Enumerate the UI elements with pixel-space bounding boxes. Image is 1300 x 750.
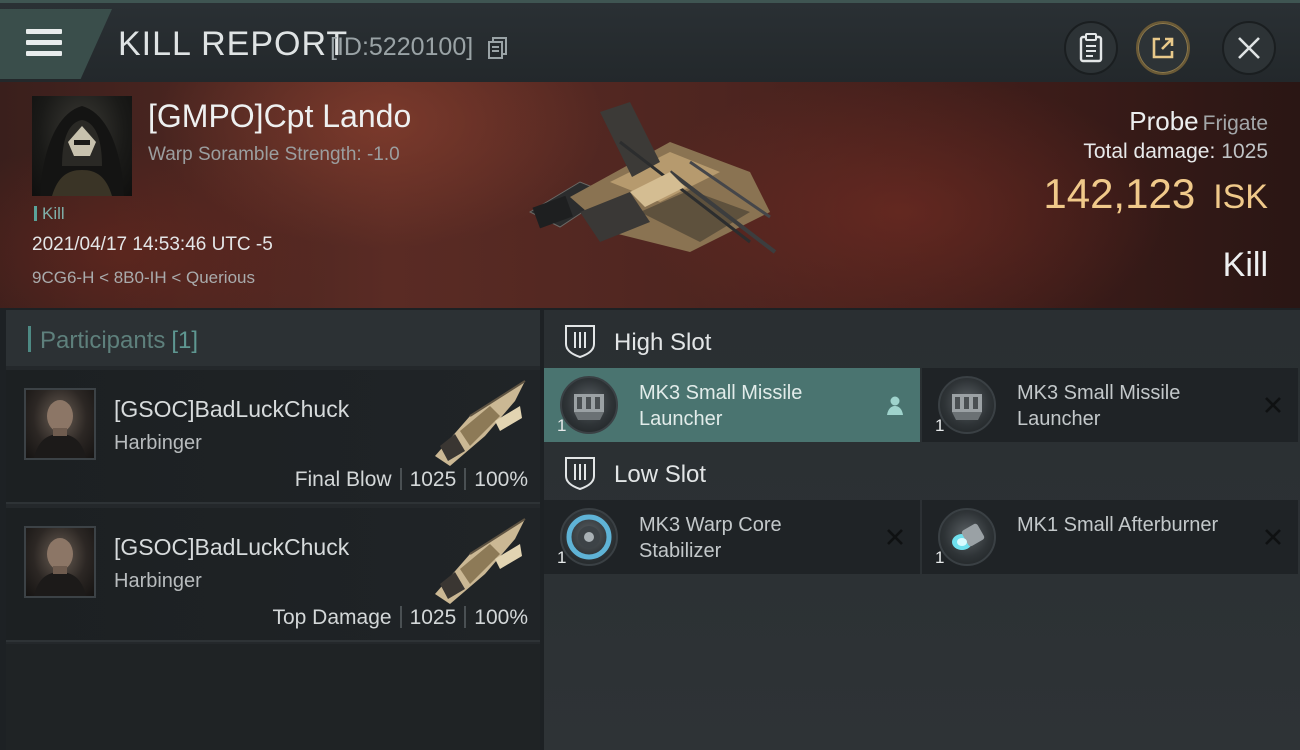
hamburger-icon	[26, 29, 62, 57]
avatar	[24, 388, 96, 460]
module-quantity: 1	[557, 416, 567, 435]
participant-ship: Harbinger	[114, 432, 202, 454]
module-slot[interactable]: 1 MK3 Small Missile Launcher	[922, 368, 1298, 442]
module-name: MK3 Small Missile Launcher	[639, 382, 803, 430]
warp-scramble-strength: Warp Soramble Strength: -1.0	[148, 144, 400, 165]
pilot-portrait-icon	[34, 538, 86, 596]
participant-percent: 100%	[474, 468, 528, 491]
stat-divider	[464, 468, 467, 490]
isk-amount: 142,123	[1043, 170, 1196, 217]
victim-banner: [GMPO]Cpt Lando Warp Soramble Strength: …	[0, 82, 1300, 308]
module-quantity: 1	[557, 548, 567, 567]
victim-ship-name: Probe	[1129, 106, 1199, 136]
participants-panel: Participants [1] [GSOC]BadLuckChuck Harbi…	[6, 310, 540, 750]
participants-title: Participants [1]	[40, 327, 198, 355]
kill-result-label: Kill	[1222, 246, 1268, 284]
participant-card[interactable]: [GSOC]BadLuckChuck Harbinger Top Damage 1…	[6, 508, 540, 642]
isk-value: 142,123 ISK	[1043, 170, 1268, 218]
kill-location[interactable]: 9CG6-H < 8B0-IH < Querious	[32, 268, 255, 288]
module-slot[interactable]: 1 MK3 Warp Core Stabilizer	[544, 500, 920, 574]
share-button[interactable]	[1136, 21, 1190, 75]
participant-ship: Harbinger	[114, 570, 202, 592]
high-slot-title: High Slot	[614, 329, 712, 356]
kill-datetime: 2021/04/17 14:53:46 UTC -5	[32, 234, 273, 255]
participant-role: Top Damage	[272, 606, 392, 629]
victim-portrait[interactable]	[32, 96, 132, 196]
isk-unit: ISK	[1213, 178, 1268, 216]
module-slot[interactable]: 1 MK3 Small Missile Launcher	[544, 368, 920, 442]
module-quantity: 1	[935, 548, 945, 567]
participant-percent: 100%	[474, 606, 528, 629]
participant-ship-image	[435, 380, 526, 466]
header-accent-bar	[28, 326, 31, 352]
page-title: KILL REPORT	[118, 25, 349, 63]
pilot-portrait-icon	[34, 400, 86, 458]
stat-divider	[399, 606, 402, 628]
low-slot-icon	[565, 457, 595, 490]
high-slot-icon	[565, 325, 595, 358]
participant-stats: Final Blow 1025 100%	[295, 468, 528, 492]
warp-core-stabilizer-icon	[560, 508, 618, 566]
destroyed-icon	[1265, 529, 1281, 545]
kill-type-tag: Kill	[34, 204, 65, 224]
participants-label: Participants	[40, 327, 166, 354]
avatar	[24, 526, 96, 598]
report-id: [ID:5220100]	[330, 33, 474, 61]
participant-ship-image	[435, 518, 526, 604]
clipboard-icon	[1079, 33, 1103, 63]
afterburner-icon	[938, 508, 996, 566]
menu-button[interactable]	[0, 9, 112, 79]
hooded-pilot-icon	[40, 106, 124, 196]
share-icon	[1152, 37, 1174, 59]
copy-icon[interactable]	[488, 37, 508, 59]
high-slot-header: High Slot	[544, 312, 1300, 368]
missile-launcher-icon	[938, 376, 996, 434]
participant-card[interactable]: [GSOC]BadLuckChuck Harbinger Final Blow 1…	[6, 370, 540, 504]
module-name: MK3 Warp Core Stabilizer	[639, 514, 782, 562]
stat-divider	[399, 468, 402, 490]
participant-name: [GSOC]BadLuckChuck	[114, 396, 350, 422]
participant-damage: 1025	[409, 606, 457, 629]
module-quantity: 1	[935, 416, 945, 435]
victim-ship-image	[528, 102, 777, 254]
victim-ship-class: Frigate	[1202, 112, 1268, 135]
clipboard-button[interactable]	[1064, 21, 1118, 75]
participant-stats: Top Damage 1025 100%	[272, 606, 528, 630]
missile-launcher-icon	[560, 376, 618, 434]
total-damage-label: Total damage:	[1083, 140, 1216, 163]
participants-header: Participants [1]	[6, 310, 540, 366]
participant-role: Final Blow	[294, 468, 392, 491]
fitting-panel: High Slot 1 MK3 Small Missile Launcher 1…	[544, 310, 1300, 750]
low-slot-title: Low Slot	[614, 461, 707, 488]
stat-divider	[464, 606, 467, 628]
participants-empty-area	[6, 644, 540, 750]
module-slot[interactable]: 1 MK1 Small Afterburner	[922, 500, 1298, 574]
low-slot-header: Low Slot	[544, 444, 1300, 500]
destroyed-icon	[1265, 397, 1281, 413]
module-name: MK1 Small Afterburner	[1017, 514, 1219, 536]
participants-count: [1]	[171, 327, 199, 354]
close-icon	[1238, 37, 1260, 59]
module-name: MK3 Small Missile Launcher	[1017, 382, 1181, 430]
close-button[interactable]	[1222, 21, 1276, 75]
destroyed-icon	[887, 529, 903, 545]
title-bar: KILL REPORT [ID:5220100]	[0, 0, 1300, 82]
pilot-icon	[887, 396, 903, 415]
participant-name: [GSOC]BadLuckChuck	[114, 534, 350, 560]
total-damage-value: 1025	[1221, 140, 1268, 163]
total-damage: Total damage: 1025	[1083, 140, 1268, 164]
victim-ship[interactable]: Probe Frigate	[1129, 106, 1268, 137]
participant-damage: 1025	[409, 468, 457, 491]
victim-name[interactable]: [GMPO]Cpt Lando	[148, 98, 411, 135]
